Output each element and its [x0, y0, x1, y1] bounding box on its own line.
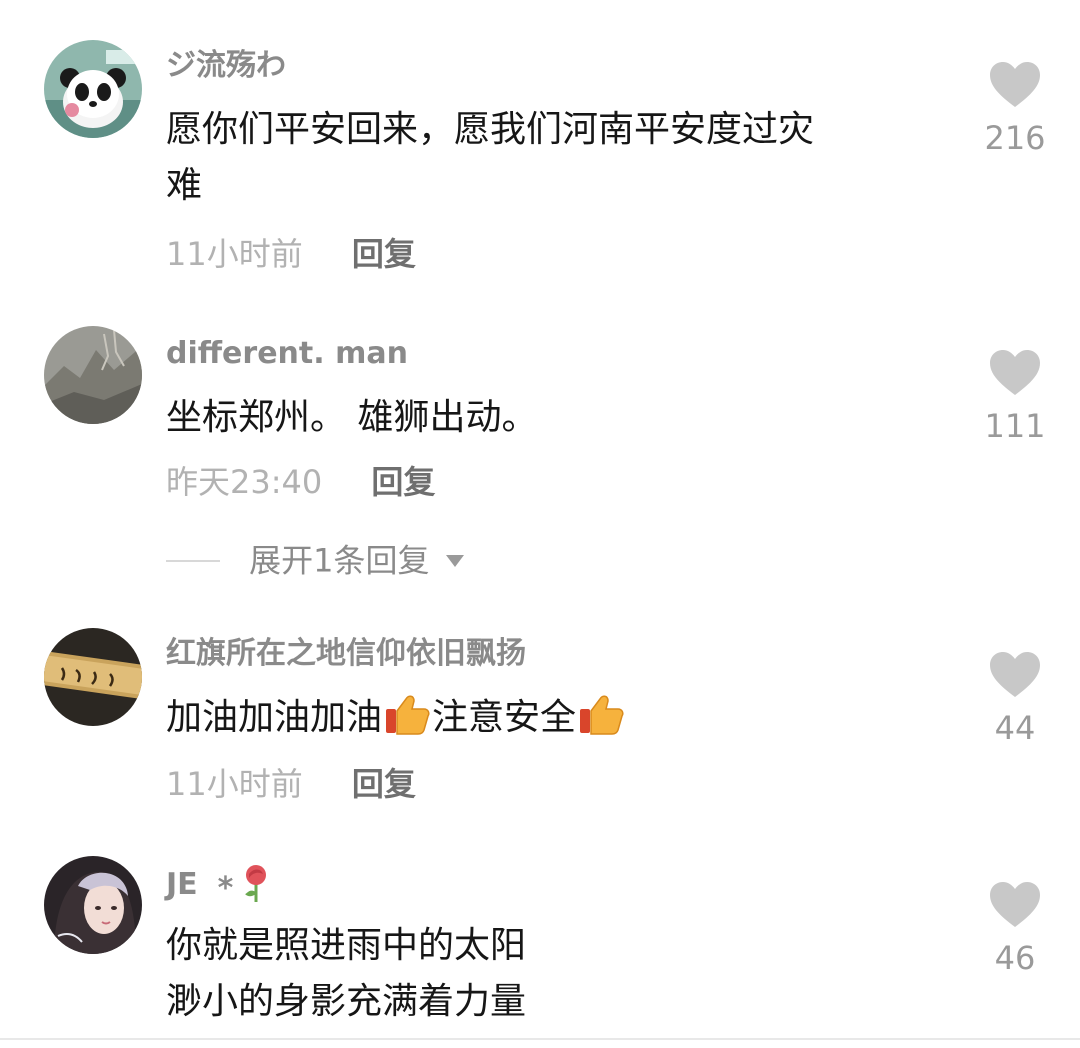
heart-icon — [990, 882, 1040, 927]
username-suffix: * — [217, 871, 234, 906]
comment-text: 你就是照进雨中的太阳 渺小的身影充满着力量 — [166, 918, 946, 1030]
username-text: JE — [166, 867, 198, 902]
comment-item: JE * 你就是照进雨中的太阳 渺小的身影充满着力量 46 — [0, 0, 1080, 1040]
like-button[interactable]: 46 — [970, 882, 1060, 978]
comment-text-line: 渺小的身影充满着力量 — [166, 981, 527, 1022]
like-count: 46 — [994, 939, 1036, 977]
portrait-avatar-icon[interactable] — [44, 856, 142, 954]
comment-text-line: 你就是照进雨中的太阳 — [166, 925, 527, 966]
username[interactable]: JE * — [166, 864, 271, 907]
rose-icon — [245, 865, 267, 902]
divider — [0, 1038, 1080, 1040]
